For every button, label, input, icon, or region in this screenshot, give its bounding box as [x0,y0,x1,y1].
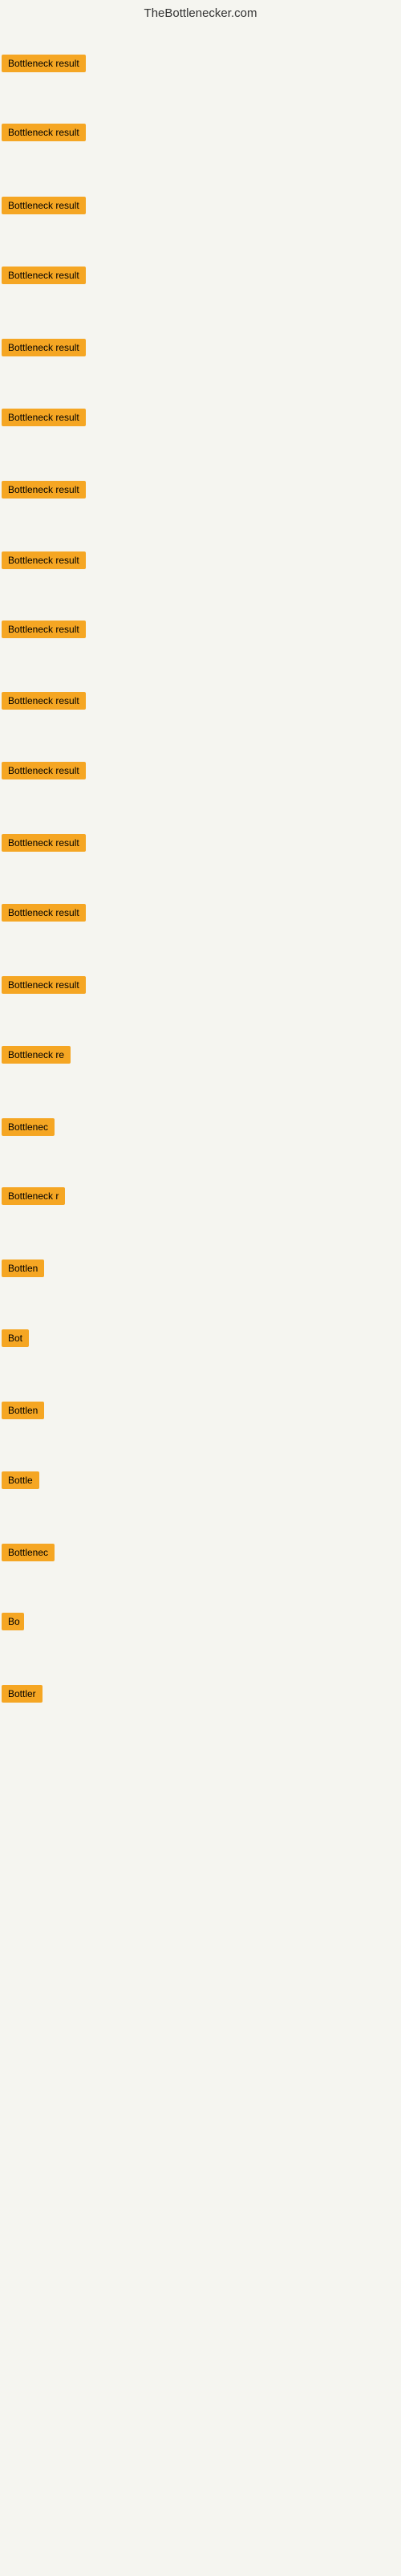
bottleneck-badge[interactable]: Bottleneck result [2,481,86,499]
items-container: Bottleneck result Bottleneck result Bottle… [0,23,401,2576]
bottleneck-item[interactable]: Bottleneck result [2,53,86,78]
bottleneck-item[interactable]: Bottleneck result [2,832,86,857]
bottleneck-badge[interactable]: Bottlenec [2,1544,55,1561]
bottleneck-item[interactable]: Bottleneck result [2,902,86,927]
bottleneck-badge[interactable]: Bottleneck result [2,834,86,852]
bottleneck-badge[interactable]: Bottlenec [2,1118,55,1136]
bottleneck-item[interactable]: Bottleneck result [2,122,86,147]
bottleneck-badge[interactable]: Bottleneck r [2,1187,65,1205]
bottleneck-item[interactable]: Bottlen [2,1400,44,1425]
bottleneck-item[interactable]: Bottleneck result [2,690,86,715]
bottleneck-item[interactable]: Bottler [2,1683,43,1708]
bottleneck-badge[interactable]: Bottleneck result [2,267,86,284]
bottleneck-badge[interactable]: Bottleneck result [2,551,86,569]
bottleneck-item[interactable]: Bottlenec [2,1117,55,1141]
bottleneck-item[interactable]: Bottleneck result [2,195,86,220]
bottleneck-item[interactable]: Bo [2,1611,24,1636]
bottleneck-badge[interactable]: Bottleneck result [2,904,86,922]
bottleneck-item[interactable]: Bottle [2,1470,39,1495]
bottleneck-badge[interactable]: Bottleneck result [2,409,86,426]
bottleneck-item[interactable]: Bottleneck result [2,550,86,575]
bottleneck-badge[interactable]: Bottlen [2,1402,44,1419]
bottleneck-item[interactable]: Bottlenec [2,1542,55,1567]
bottleneck-badge[interactable]: Bottleneck result [2,621,86,638]
bottleneck-badge[interactable]: Bottleneck result [2,55,86,72]
bottleneck-badge[interactable]: Bottle [2,1471,39,1489]
bottleneck-item[interactable]: Bottleneck result [2,265,86,290]
bottleneck-item[interactable]: Bottleneck result [2,619,86,644]
bottleneck-badge[interactable]: Bottleneck result [2,692,86,710]
bottleneck-item[interactable]: Bottlen [2,1258,44,1283]
bottleneck-badge[interactable]: Bo [2,1613,24,1630]
bottleneck-item[interactable]: Bottleneck re [2,1044,71,1069]
bottleneck-item[interactable]: Bottleneck result [2,337,86,362]
bottleneck-badge[interactable]: Bottlen [2,1260,44,1277]
bottleneck-badge[interactable]: Bot [2,1329,29,1347]
site-header: TheBottlenecker.com [0,0,401,23]
bottleneck-item[interactable]: Bottleneck result [2,760,86,785]
bottleneck-item[interactable]: Bottleneck r [2,1186,65,1211]
bottleneck-item[interactable]: Bottleneck result [2,479,86,504]
bottleneck-badge[interactable]: Bottleneck result [2,197,86,214]
bottleneck-badge[interactable]: Bottleneck re [2,1046,71,1064]
bottleneck-badge[interactable]: Bottleneck result [2,339,86,356]
bottleneck-item[interactable]: Bottleneck result [2,407,86,432]
bottleneck-item[interactable]: Bottleneck result [2,975,86,999]
bottleneck-item[interactable]: Bot [2,1328,29,1353]
bottleneck-badge[interactable]: Bottleneck result [2,124,86,141]
bottleneck-badge[interactable]: Bottleneck result [2,762,86,779]
bottleneck-badge[interactable]: Bottleneck result [2,976,86,994]
bottleneck-badge[interactable]: Bottler [2,1685,43,1703]
